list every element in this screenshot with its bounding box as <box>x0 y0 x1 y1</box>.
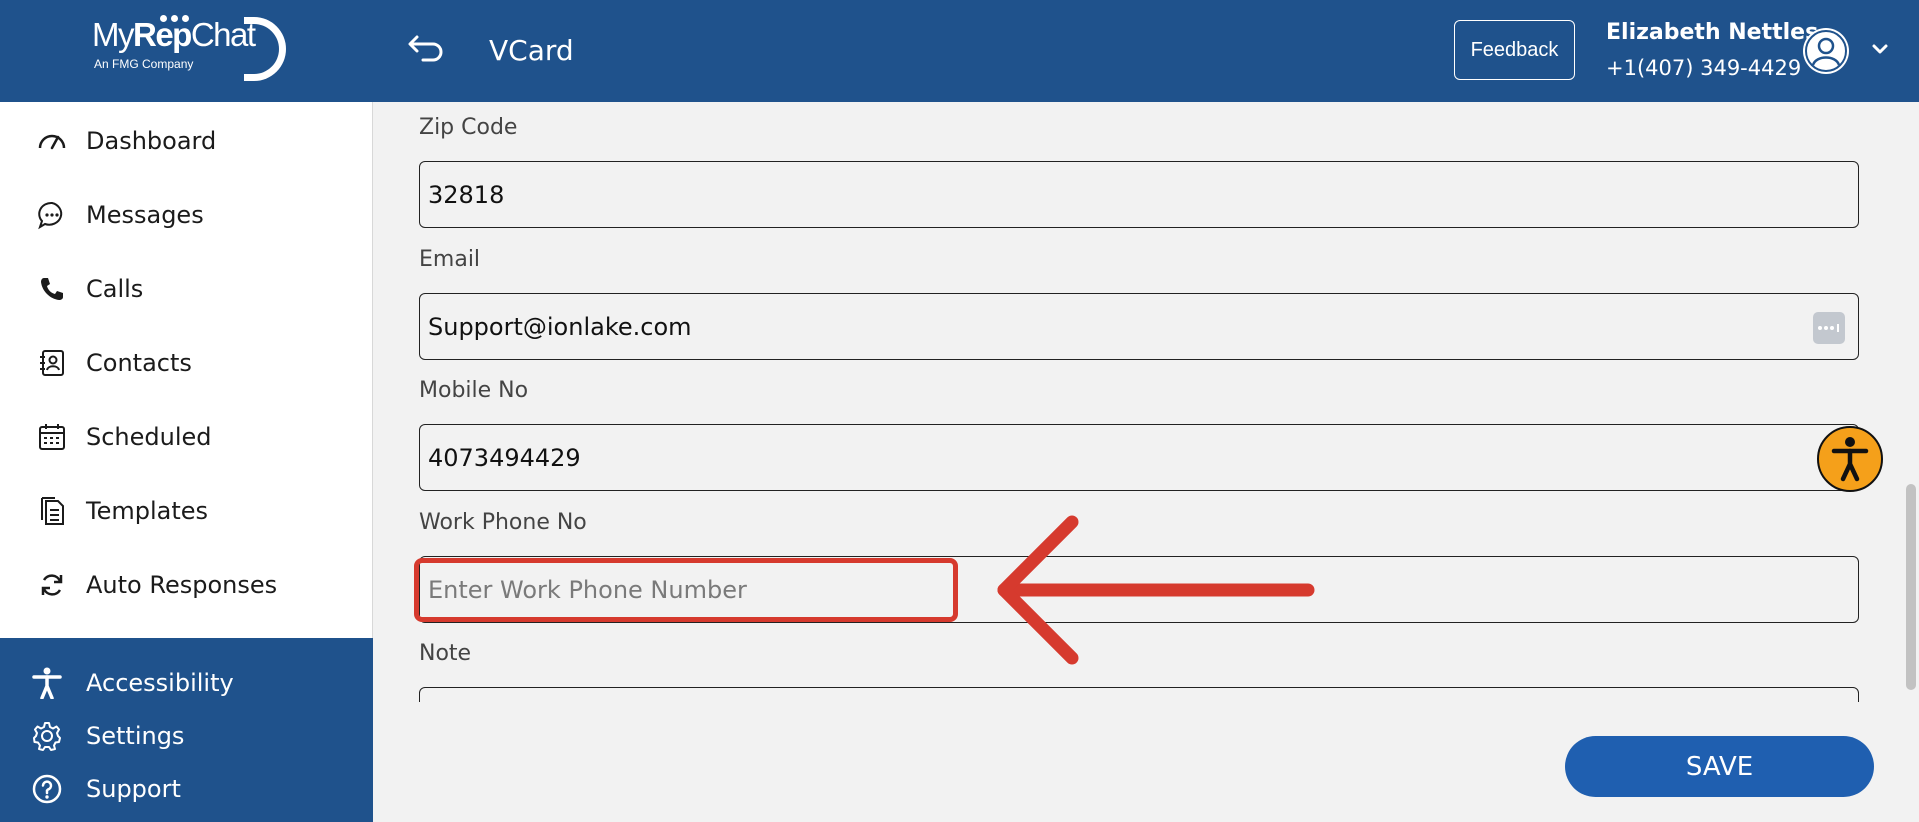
sidebar-item-calls[interactable]: Calls <box>0 252 373 326</box>
work-phone-label: Work Phone No <box>419 510 587 535</box>
user-avatar-icon[interactable] <box>1802 27 1850 75</box>
dashboard-gauge-icon <box>36 125 68 157</box>
sidebar-item-auto-responses[interactable]: Auto Responses <box>0 548 373 622</box>
annotation-highlight-box <box>414 558 958 622</box>
sidebar-item-label: Support <box>86 774 181 803</box>
page-scrollbar[interactable] <box>1903 102 1919 822</box>
sidebar-item-label: Dashboard <box>86 127 217 155</box>
sidebar-item-templates[interactable]: Templates <box>0 474 373 548</box>
sidebar-item-support[interactable]: Support <box>0 762 373 815</box>
note-textarea[interactable] <box>419 687 1859 702</box>
sidebar-item-label: Contacts <box>86 349 192 377</box>
annotation-arrow-icon <box>997 515 1315 665</box>
mobile-no-input[interactable] <box>419 424 1859 491</box>
user-name: Elizabeth Nettles <box>1606 20 1819 45</box>
accessibility-icon <box>30 666 64 700</box>
sidebar-item-contacts[interactable]: Contacts <box>0 326 373 400</box>
help-icon <box>30 772 64 806</box>
calendar-icon <box>36 421 68 453</box>
chat-bubble-icon <box>36 199 68 231</box>
mobile-no-label: Mobile No <box>419 378 529 403</box>
refresh-icon <box>36 569 68 601</box>
sidebar-item-accessibility[interactable]: Accessibility <box>0 656 373 709</box>
sidebar-item-settings[interactable]: Settings <box>0 709 373 762</box>
sidebar-item-messages[interactable]: Messages <box>0 178 373 252</box>
top-header: VCard Feedback Elizabeth Nettles +1(407)… <box>373 0 1919 102</box>
sidebar-item-label: Calls <box>86 275 144 303</box>
app-logo[interactable]: MyRepChat An FMG Company <box>92 15 286 81</box>
save-button[interactable]: SAVE <box>1565 736 1874 797</box>
gear-icon <box>30 719 64 753</box>
logo-arc <box>244 17 286 81</box>
logo-area: MyRepChat An FMG Company <box>0 0 373 102</box>
feedback-button[interactable]: Feedback <box>1454 20 1575 80</box>
logo-dots <box>160 15 189 22</box>
sidebar-item-label: Templates <box>86 497 209 525</box>
sidebar-item-dashboard[interactable]: Dashboard <box>0 104 373 178</box>
sidebar-nav: Dashboard Messages Calls Contacts Schedu… <box>0 104 373 622</box>
logo-subtitle: An FMG Company <box>94 57 194 71</box>
sidebar-item-label: Accessibility <box>86 668 234 697</box>
chevron-down-icon[interactable] <box>1870 39 1890 59</box>
note-label: Note <box>419 641 472 666</box>
document-icon <box>36 495 68 527</box>
sidebar-footer: Accessibility Settings Support <box>0 638 373 822</box>
sidebar-item-label: Scheduled <box>86 423 212 451</box>
contact-card-icon <box>36 347 68 379</box>
autofill-key-icon[interactable] <box>1813 312 1845 344</box>
accessibility-widget-button[interactable] <box>1817 426 1883 492</box>
sidebar-item-label: Settings <box>86 721 185 750</box>
accessibility-person-icon <box>1831 437 1869 482</box>
user-phone: +1(407) 349-4429 <box>1606 56 1802 80</box>
logo-wordmark: MyRepChat <box>92 16 256 53</box>
sidebar-item-scheduled[interactable]: Scheduled <box>0 400 373 474</box>
sidebar-item-label: Messages <box>86 201 204 229</box>
sidebar-item-label: Auto Responses <box>86 571 278 599</box>
zip-code-input[interactable] <box>419 161 1859 228</box>
phone-icon <box>36 273 68 305</box>
email-input[interactable] <box>419 293 1859 360</box>
back-arrow-icon[interactable] <box>403 30 443 70</box>
sidebar: MyRepChat An FMG Company Dashboard Messa… <box>0 0 373 822</box>
zip-code-label: Zip Code <box>419 115 518 140</box>
scrollbar-thumb[interactable] <box>1906 484 1916 690</box>
email-label: Email <box>419 247 481 272</box>
page-title: VCard <box>489 34 574 67</box>
